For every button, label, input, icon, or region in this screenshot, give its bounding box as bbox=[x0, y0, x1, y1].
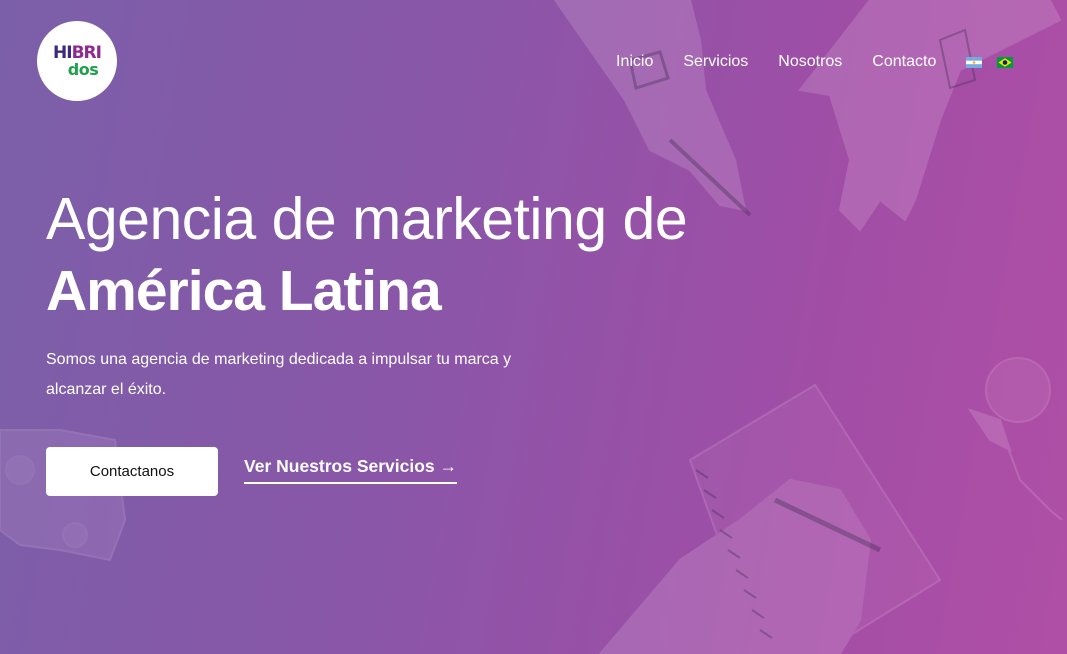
nav-link-nosotros[interactable]: Nosotros bbox=[778, 53, 842, 71]
argentina-flag-icon[interactable] bbox=[966, 56, 983, 68]
nav-link-inicio[interactable]: Inicio bbox=[616, 53, 653, 71]
nav-link-servicios[interactable]: Servicios bbox=[683, 53, 748, 71]
brand-logo[interactable]: HIBRI dos bbox=[37, 21, 117, 101]
hero-subtitle: Somos una agencia de marketing dedicada … bbox=[46, 351, 512, 398]
hero-title-line1: Agencia de marketing de bbox=[46, 186, 688, 252]
view-services-link[interactable]: Ver Nuestros Servicios → bbox=[244, 456, 458, 484]
main-navigation: Inicio Servicios Nosotros Contacto bbox=[616, 53, 1028, 71]
logo-text-dos: dos bbox=[67, 60, 99, 79]
brazil-flag-icon[interactable] bbox=[997, 56, 1014, 68]
contact-button[interactable]: Contactanos bbox=[46, 447, 218, 496]
nav-link-contacto[interactable]: Contacto bbox=[872, 53, 936, 71]
hero-section: HIBRI dos Inicio Servicios Nosotros Cont… bbox=[0, 0, 1067, 654]
hero-title-line2: América Latina bbox=[46, 259, 442, 323]
